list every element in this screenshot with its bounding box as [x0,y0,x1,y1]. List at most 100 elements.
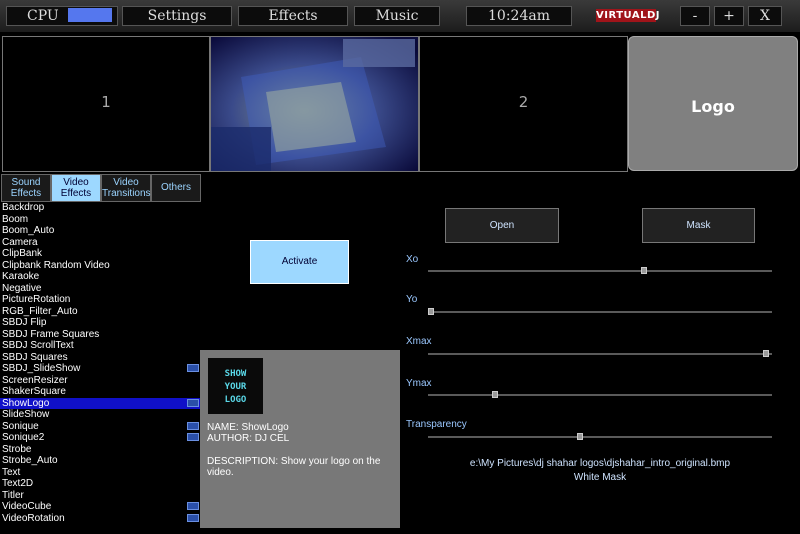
config-icon[interactable] [187,513,199,522]
video-output-preview [210,36,419,172]
effect-name-label: Clipbank Random Video [2,259,110,271]
list-item[interactable]: SBDJ Squares [0,352,200,364]
list-item[interactable]: Text2D [0,478,200,490]
list-item[interactable]: VideoCube [0,501,200,513]
effect-name-label: Backdrop [2,202,45,213]
slider-track[interactable] [428,350,772,357]
effect-description: DESCRIPTION: Show your logo on the video… [207,456,381,478]
tab-label: Effects [10,188,42,199]
activate-button[interactable]: Activate [250,240,349,284]
slider-label: Transparency [406,419,467,430]
effect-name-label: SlideShow [2,409,50,420]
effect-name-label: SBDJ_SlideShow [2,363,81,374]
slider-handle[interactable] [762,350,769,357]
list-item[interactable]: Negative [0,283,200,295]
tab-sound-effects[interactable]: Sound Effects [1,174,51,202]
list-item[interactable]: Boom [0,214,200,226]
minimize-button[interactable]: - [680,6,710,26]
list-item[interactable]: Strobe_Auto [0,455,200,467]
cpu-label: CPU [27,8,59,24]
list-item[interactable]: Camera [0,237,200,249]
effect-name-label: Sonique2 [2,432,45,443]
logo-label: Logo [691,97,735,116]
list-item[interactable]: SBDJ_SlideShow [0,363,200,375]
tab-label: Others [160,182,191,193]
tab-label: Transitions [102,188,151,199]
slider-label: Yo [406,294,418,305]
tab-video-effects[interactable]: Video Effects [51,174,101,202]
close-button[interactable]: X [748,6,782,26]
config-icon[interactable] [187,502,199,510]
config-icon[interactable] [187,433,199,441]
list-item[interactable]: Boom_Auto [0,225,200,237]
logo-preview[interactable]: Logo [628,36,798,171]
slider-handle[interactable] [640,267,647,274]
list-item[interactable]: ShakerSquare [0,386,200,398]
list-item[interactable]: Clipbank Random Video [0,260,200,272]
list-item[interactable]: SBDJ Flip [0,317,200,329]
list-item[interactable]: Backdrop [0,202,200,214]
config-icon[interactable] [187,421,199,430]
list-item[interactable]: Sonique2 [0,432,200,444]
slider-handle[interactable] [428,308,434,315]
list-item[interactable]: ScreenResizer [0,375,200,387]
effect-name-label: Text [2,466,21,478]
slider-track[interactable] [428,433,772,440]
effect-name-label: Camera [2,236,38,248]
cpu-meter [68,8,112,22]
list-item[interactable]: Strobe [0,444,200,456]
maximize-button[interactable]: + [714,6,744,26]
file-path: e:\My Pictures\dj shahar logos\djshahar_… [469,458,731,469]
effect-name-label: Negative [2,282,42,294]
slider-label: Ymax [406,378,432,389]
tab-video-transitions[interactable]: Video Transitions [101,174,151,202]
effect-name-label: Strobe [2,443,32,455]
effect-info-panel: SHOW YOUR LOGO NAME: ShowLogo AUTHOR: DJ… [200,350,400,528]
effects-button[interactable]: Effects [238,6,348,26]
slider-label: Xo [406,254,419,265]
list-item[interactable]: VideoRotation [0,513,200,525]
config-icon[interactable] [187,398,199,407]
tab-label: Effects [60,188,92,199]
effect-name-label: ScreenResizer [2,374,68,386]
list-item[interactable]: Sonique [0,421,200,433]
config-icon[interactable] [187,364,199,372]
list-item[interactable]: Text [0,467,200,479]
list-item[interactable]: RGB_Filter_Auto [0,306,200,318]
tab-label: Video [63,177,89,188]
effect-name-label: VideoRotation [2,512,65,524]
effect-name-label: Boom_Auto [2,225,55,236]
top-bar: CPU Settings Effects Music 10:24am VIRTU… [0,0,800,32]
tab-others[interactable]: Others [151,174,201,202]
effect-name-label: ClipBank [2,248,43,259]
effect-thumbnail-image: SHOW YOUR LOGO [208,358,263,414]
deck2-preview: 2 [419,36,628,172]
slider-track[interactable] [428,267,772,274]
list-item[interactable]: PictureRotation [0,294,200,306]
list-item[interactable]: ClipBank [0,248,200,260]
mask-mode: White Mask [573,472,627,483]
list-item[interactable]: Karaoke [0,271,200,283]
deck1-preview: 1 [2,36,210,172]
slider-track[interactable] [428,308,772,315]
list-item[interactable]: SlideShow [0,409,200,421]
slider-track[interactable] [428,391,772,398]
effect-thumbnail: SHOW YOUR LOGO [208,358,263,414]
tab-label: Sound [11,177,41,188]
effect-name-label: SBDJ Frame Squares [2,328,100,340]
effect-name-label: Strobe_Auto [2,455,58,466]
mask-button[interactable]: Mask [642,208,755,243]
slider-handle[interactable] [576,433,583,440]
tab-label: Video [113,177,139,188]
open-button[interactable]: Open [445,208,559,243]
list-item[interactable]: SBDJ ScrollText [0,340,200,352]
effect-list[interactable]: Backdrop Boom Boom_Auto Camera ClipBank Clipb… [0,202,200,532]
settings-button[interactable]: Settings [122,6,232,26]
music-button[interactable]: Music [354,6,440,26]
slider-handle[interactable] [492,391,499,398]
slider-label: Xmax [406,336,432,347]
list-item[interactable]: Titler [0,490,200,502]
effect-name-label: ShowLogo [2,397,50,409]
list-item[interactable]: ShowLogo [0,397,200,409]
list-item[interactable]: SBDJ Frame Squares [0,329,200,341]
